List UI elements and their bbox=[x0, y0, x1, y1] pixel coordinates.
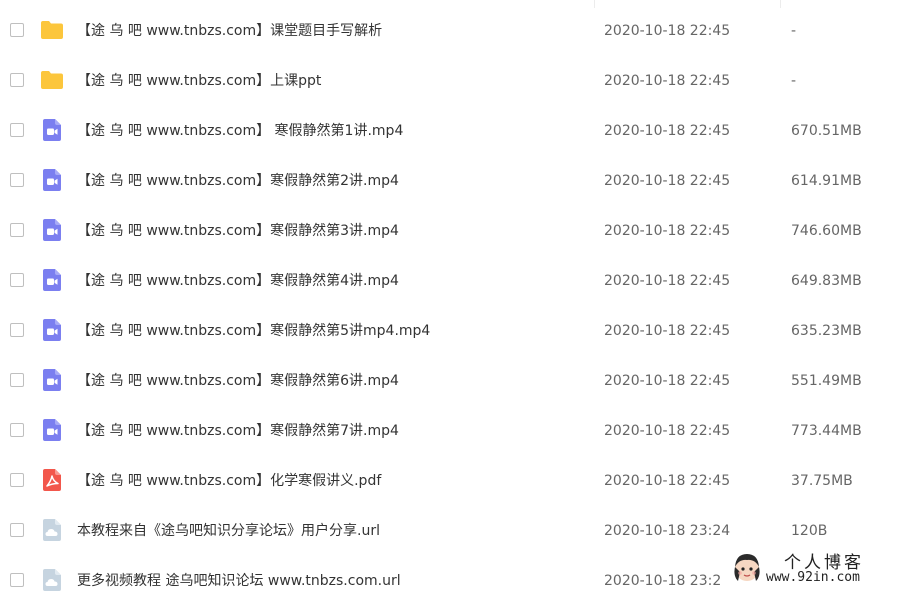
file-name[interactable]: 【途 乌 吧 www.tnbzs.com】寒假静然第3讲.mp4 bbox=[77, 206, 399, 256]
row-checkbox[interactable] bbox=[10, 223, 24, 237]
url-file-icon bbox=[40, 568, 64, 592]
file-size: 773.44MB bbox=[791, 423, 862, 439]
folder-icon bbox=[40, 68, 64, 92]
file-row[interactable]: 【途 乌 吧 www.tnbzs.com】化学寒假讲义.pdf 2020-10-1… bbox=[0, 456, 916, 506]
file-modified-date: 2020-10-18 22:45 bbox=[604, 273, 731, 289]
file-row[interactable]: 【途 乌 吧 www.tnbzs.com】寒假静然第7讲.mp4 2020-10-… bbox=[0, 406, 916, 456]
video-file-icon bbox=[40, 268, 64, 292]
row-checkbox[interactable] bbox=[10, 173, 24, 187]
file-modified-date: 2020-10-18 22:45 bbox=[604, 323, 731, 339]
row-checkbox[interactable] bbox=[10, 23, 24, 37]
pdf-file-icon bbox=[40, 468, 64, 492]
file-row[interactable]: 【途 乌 吧 www.tnbzs.com】寒假静然第6讲.mp4 2020-10-… bbox=[0, 356, 916, 406]
file-modified-date: 2020-10-18 22:45 bbox=[604, 73, 731, 89]
file-size: - bbox=[791, 73, 797, 89]
file-size: 551.49MB bbox=[791, 373, 862, 389]
file-modified-date: 2020-10-18 23:2 bbox=[604, 573, 722, 589]
watermark-url: www.92in.com bbox=[766, 570, 860, 585]
video-file-icon bbox=[40, 318, 64, 342]
file-name[interactable]: 【途 乌 吧 www.tnbzs.com】寒假静然第5讲mp4.mp4 bbox=[77, 306, 430, 356]
file-name[interactable]: 【途 乌 吧 www.tnbzs.com】化学寒假讲义.pdf bbox=[77, 456, 381, 506]
folder-icon bbox=[40, 18, 64, 42]
row-checkbox[interactable] bbox=[10, 373, 24, 387]
file-row[interactable]: 【途 乌 吧 www.tnbzs.com】寒假静然第4讲.mp4 2020-10-… bbox=[0, 256, 916, 306]
url-file-icon bbox=[40, 518, 64, 542]
file-modified-date: 2020-10-18 22:45 bbox=[604, 373, 731, 389]
row-checkbox[interactable] bbox=[10, 73, 24, 87]
file-modified-date: 2020-10-18 22:45 bbox=[604, 173, 731, 189]
row-checkbox[interactable] bbox=[10, 123, 24, 137]
video-file-icon bbox=[40, 218, 64, 242]
watermark-avatar-icon bbox=[730, 550, 764, 584]
file-row[interactable]: 【途 乌 吧 www.tnbzs.com】寒假静然第2讲.mp4 2020-10-… bbox=[0, 156, 916, 206]
file-row[interactable]: 【途 乌 吧 www.tnbzs.com】课堂题目手写解析 2020-10-18 … bbox=[0, 6, 916, 56]
file-name[interactable]: 【途 乌 吧 www.tnbzs.com】寒假静然第6讲.mp4 bbox=[77, 356, 399, 406]
file-name[interactable]: 【途 乌 吧 www.tnbzs.com】寒假静然第2讲.mp4 bbox=[77, 156, 399, 206]
file-row[interactable]: 【途 乌 吧 www.tnbzs.com】寒假静然第5讲mp4.mp4 2020-… bbox=[0, 306, 916, 356]
row-checkbox[interactable] bbox=[10, 423, 24, 437]
blog-watermark: 个人博客 www.92in.com bbox=[730, 546, 910, 590]
file-modified-date: 2020-10-18 22:45 bbox=[604, 423, 731, 439]
row-checkbox[interactable] bbox=[10, 273, 24, 287]
video-file-icon bbox=[40, 418, 64, 442]
file-name[interactable]: 【途 乌 吧 www.tnbzs.com】寒假静然第7讲.mp4 bbox=[77, 406, 399, 456]
file-name[interactable]: 本教程来自《途乌吧知识分享论坛》用户分享.url bbox=[77, 506, 380, 556]
file-size: 37.75MB bbox=[791, 473, 853, 489]
row-checkbox[interactable] bbox=[10, 573, 24, 587]
file-row[interactable]: 【途 乌 吧 www.tnbzs.com】寒假静然第3讲.mp4 2020-10-… bbox=[0, 206, 916, 256]
video-file-icon bbox=[40, 168, 64, 192]
file-modified-date: 2020-10-18 22:45 bbox=[604, 123, 731, 139]
file-size: - bbox=[791, 23, 797, 39]
file-name[interactable]: 【途 乌 吧 www.tnbzs.com】上课ppt bbox=[77, 56, 321, 106]
file-modified-date: 2020-10-18 22:45 bbox=[604, 223, 731, 239]
row-checkbox[interactable] bbox=[10, 523, 24, 537]
file-size: 649.83MB bbox=[791, 273, 862, 289]
file-name[interactable]: 【途 乌 吧 www.tnbzs.com】寒假静然第4讲.mp4 bbox=[77, 256, 399, 306]
file-row[interactable]: 【途 乌 吧 www.tnbzs.com】 寒假静然第1讲.mp4 2020-10… bbox=[0, 106, 916, 156]
video-file-icon bbox=[40, 368, 64, 392]
file-name[interactable]: 【途 乌 吧 www.tnbzs.com】 寒假静然第1讲.mp4 bbox=[77, 106, 403, 156]
file-size: 670.51MB bbox=[791, 123, 862, 139]
file-name[interactable]: 更多视频教程 途乌吧知识论坛 www.tnbzs.com.url bbox=[77, 556, 401, 593]
file-size: 746.60MB bbox=[791, 223, 862, 239]
row-checkbox[interactable] bbox=[10, 473, 24, 487]
video-file-icon bbox=[40, 118, 64, 142]
file-size: 614.91MB bbox=[791, 173, 862, 189]
file-list: 【途 乌 吧 www.tnbzs.com】课堂题目手写解析 2020-10-18 … bbox=[0, 0, 916, 593]
file-modified-date: 2020-10-18 22:45 bbox=[604, 23, 731, 39]
row-checkbox[interactable] bbox=[10, 323, 24, 337]
file-row[interactable]: 【途 乌 吧 www.tnbzs.com】上课ppt 2020-10-18 22:… bbox=[0, 56, 916, 106]
file-size: 635.23MB bbox=[791, 323, 862, 339]
file-name[interactable]: 【途 乌 吧 www.tnbzs.com】课堂题目手写解析 bbox=[77, 6, 382, 56]
file-modified-date: 2020-10-18 23:24 bbox=[604, 523, 731, 539]
file-modified-date: 2020-10-18 22:45 bbox=[604, 473, 731, 489]
